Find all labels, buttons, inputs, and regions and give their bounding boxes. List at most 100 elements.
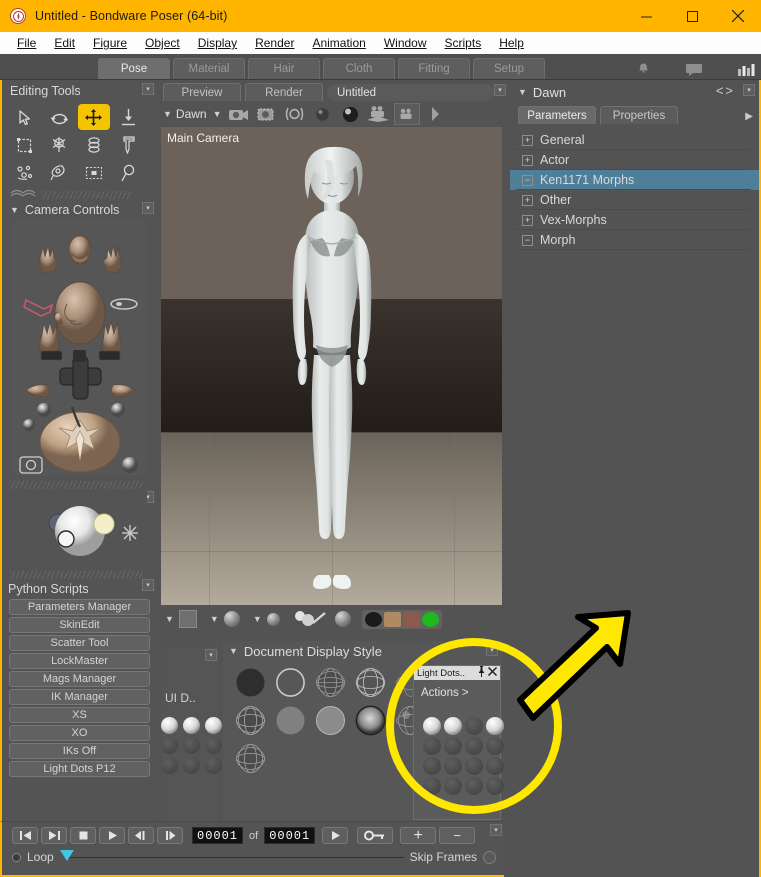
light-dot[interactable] (423, 717, 441, 735)
light-dots-titlebar[interactable]: Light Dots.. (414, 666, 500, 680)
menu-file[interactable]: File (8, 34, 45, 52)
expand-icon[interactable]: + (522, 155, 533, 166)
display-style-collapse-button[interactable]: ▾ (486, 644, 498, 656)
close-button[interactable] (715, 0, 761, 32)
script-lockmaster-button[interactable]: LockMaster (9, 653, 150, 669)
chevron-down-icon[interactable]: ▼ (10, 205, 19, 215)
nav-prev-button[interactable]: < (716, 83, 726, 98)
expand-icon[interactable]: + (522, 215, 533, 226)
light-dot[interactable] (486, 737, 504, 755)
ui-dot[interactable] (161, 737, 178, 754)
maximize-button[interactable] (669, 0, 715, 32)
chevron-down-icon[interactable]: ▼ (229, 646, 238, 656)
display-style-swatch[interactable] (179, 610, 197, 628)
figure-dawn[interactable] (252, 137, 412, 597)
swatch-tan[interactable] (384, 612, 401, 627)
rotate-tool[interactable] (43, 104, 76, 130)
menu-window[interactable]: Window (375, 34, 436, 52)
light-dot[interactable] (486, 757, 504, 775)
chevron-down-icon[interactable]: ▼ (518, 87, 527, 97)
step-back-button[interactable] (128, 827, 154, 844)
swatch-green[interactable] (422, 612, 439, 627)
tab-pose[interactable]: Pose (98, 58, 170, 79)
light-dot[interactable] (423, 757, 441, 775)
expand-icon[interactable]: + (522, 195, 533, 206)
light-dots-actions-menu[interactable]: Actions > (414, 680, 500, 699)
panel-divider[interactable] (10, 571, 143, 579)
arrow-right-icon[interactable]: ▶ (745, 111, 753, 122)
sphere-shaded-icon[interactable] (338, 103, 364, 125)
remove-key-button[interactable]: − (439, 827, 475, 844)
outline-style[interactable] (273, 665, 308, 700)
menu-help[interactable]: Help (490, 34, 533, 52)
tab-material[interactable]: Material (173, 58, 245, 79)
minimize-button[interactable] (623, 0, 669, 32)
silhouette-style[interactable] (233, 665, 268, 700)
script-iks-off-button[interactable]: IKs Off (9, 743, 150, 759)
go-to-end-button[interactable] (41, 827, 67, 844)
taper-tool[interactable] (43, 132, 76, 158)
python-scripts-collapse-button[interactable]: ▾ (142, 579, 154, 591)
loop-toggle[interactable] (12, 853, 21, 862)
translate-inout-tool[interactable] (112, 104, 145, 130)
camera-controls-collapse-button[interactable]: ▾ (142, 202, 154, 214)
stop-button[interactable] (70, 827, 96, 844)
tree-row-ken1171-morphs[interactable]: − Ken1171 Morphs (510, 170, 759, 190)
nav-next-button[interactable]: > (725, 83, 735, 98)
chat-icon[interactable] (685, 63, 703, 77)
material-preview-sphere[interactable] (224, 611, 240, 627)
light-dot[interactable] (465, 757, 483, 775)
cartoon-lined-style[interactable] (313, 703, 348, 738)
wireframe-style[interactable] (313, 665, 348, 700)
script-xo-button[interactable]: XO (9, 725, 150, 741)
document-menu-button[interactable]: ▾ (494, 84, 506, 96)
hidden-line-style[interactable] (353, 665, 388, 700)
timeline-scrubber[interactable] (60, 850, 404, 864)
panel-divider[interactable] (10, 481, 143, 489)
morph-putty-tool[interactable] (43, 160, 76, 186)
magnify-tool[interactable] (112, 160, 145, 186)
skip-frames-toggle[interactable] (483, 851, 496, 864)
document-name-field[interactable]: Untitled (327, 84, 494, 101)
tree-row-actor[interactable]: + Actor (510, 150, 759, 170)
chevron-down-icon[interactable]: ▼ (161, 109, 174, 119)
play-button[interactable] (99, 827, 125, 844)
add-key-button[interactable]: + (400, 827, 436, 844)
pin-icon[interactable] (477, 666, 486, 680)
menu-figure[interactable]: Figure (84, 34, 136, 52)
ui-dot[interactable] (183, 717, 200, 734)
ui-dot[interactable] (205, 717, 222, 734)
light-dot[interactable] (423, 737, 441, 755)
camera-dial-widget[interactable] (12, 220, 147, 475)
swatch-brown[interactable] (403, 612, 420, 627)
ui-dot[interactable] (183, 737, 200, 754)
tree-row-other[interactable]: + Other (510, 190, 759, 210)
scale-tool[interactable] (8, 132, 41, 158)
script-scatter-tool-button[interactable]: Scatter Tool (9, 635, 150, 651)
menu-animation[interactable]: Animation (303, 34, 374, 52)
menu-scripts[interactable]: Scripts (436, 34, 491, 52)
panel-divider[interactable] (42, 191, 131, 199)
camera-icon[interactable] (226, 103, 252, 125)
tab-parameters[interactable]: Parameters (518, 106, 596, 124)
swatch-black[interactable] (365, 612, 382, 627)
go-to-start-button[interactable] (12, 827, 38, 844)
sketch-style[interactable] (233, 741, 268, 776)
tree-row-vex-morphs[interactable]: + Vex-Morphs (510, 210, 759, 230)
menu-edit[interactable]: Edit (45, 34, 84, 52)
parameters-panel-menu-button[interactable]: ▾ (743, 84, 755, 96)
light-dot[interactable] (486, 717, 504, 735)
script-parameters-manager-button[interactable]: Parameters Manager (9, 599, 150, 615)
script-light-dots-p12-button[interactable]: Light Dots P12 (9, 761, 150, 777)
view-magnifier-tool[interactable] (78, 160, 111, 186)
chain-break-tool[interactable] (78, 132, 111, 158)
step-forward-button[interactable] (157, 827, 183, 844)
translate-move-tool[interactable] (78, 104, 111, 130)
expand-icon[interactable]: + (522, 135, 533, 146)
menu-render[interactable]: Render (246, 34, 303, 52)
cartoon-style[interactable] (273, 703, 308, 738)
ui-dots-collapse-button[interactable]: ▾ (205, 649, 217, 661)
chevron-down-icon[interactable]: ▼ (208, 614, 221, 624)
script-ik-manager-button[interactable]: IK Manager (9, 689, 150, 705)
current-frame-field[interactable]: 00001 (192, 827, 243, 844)
